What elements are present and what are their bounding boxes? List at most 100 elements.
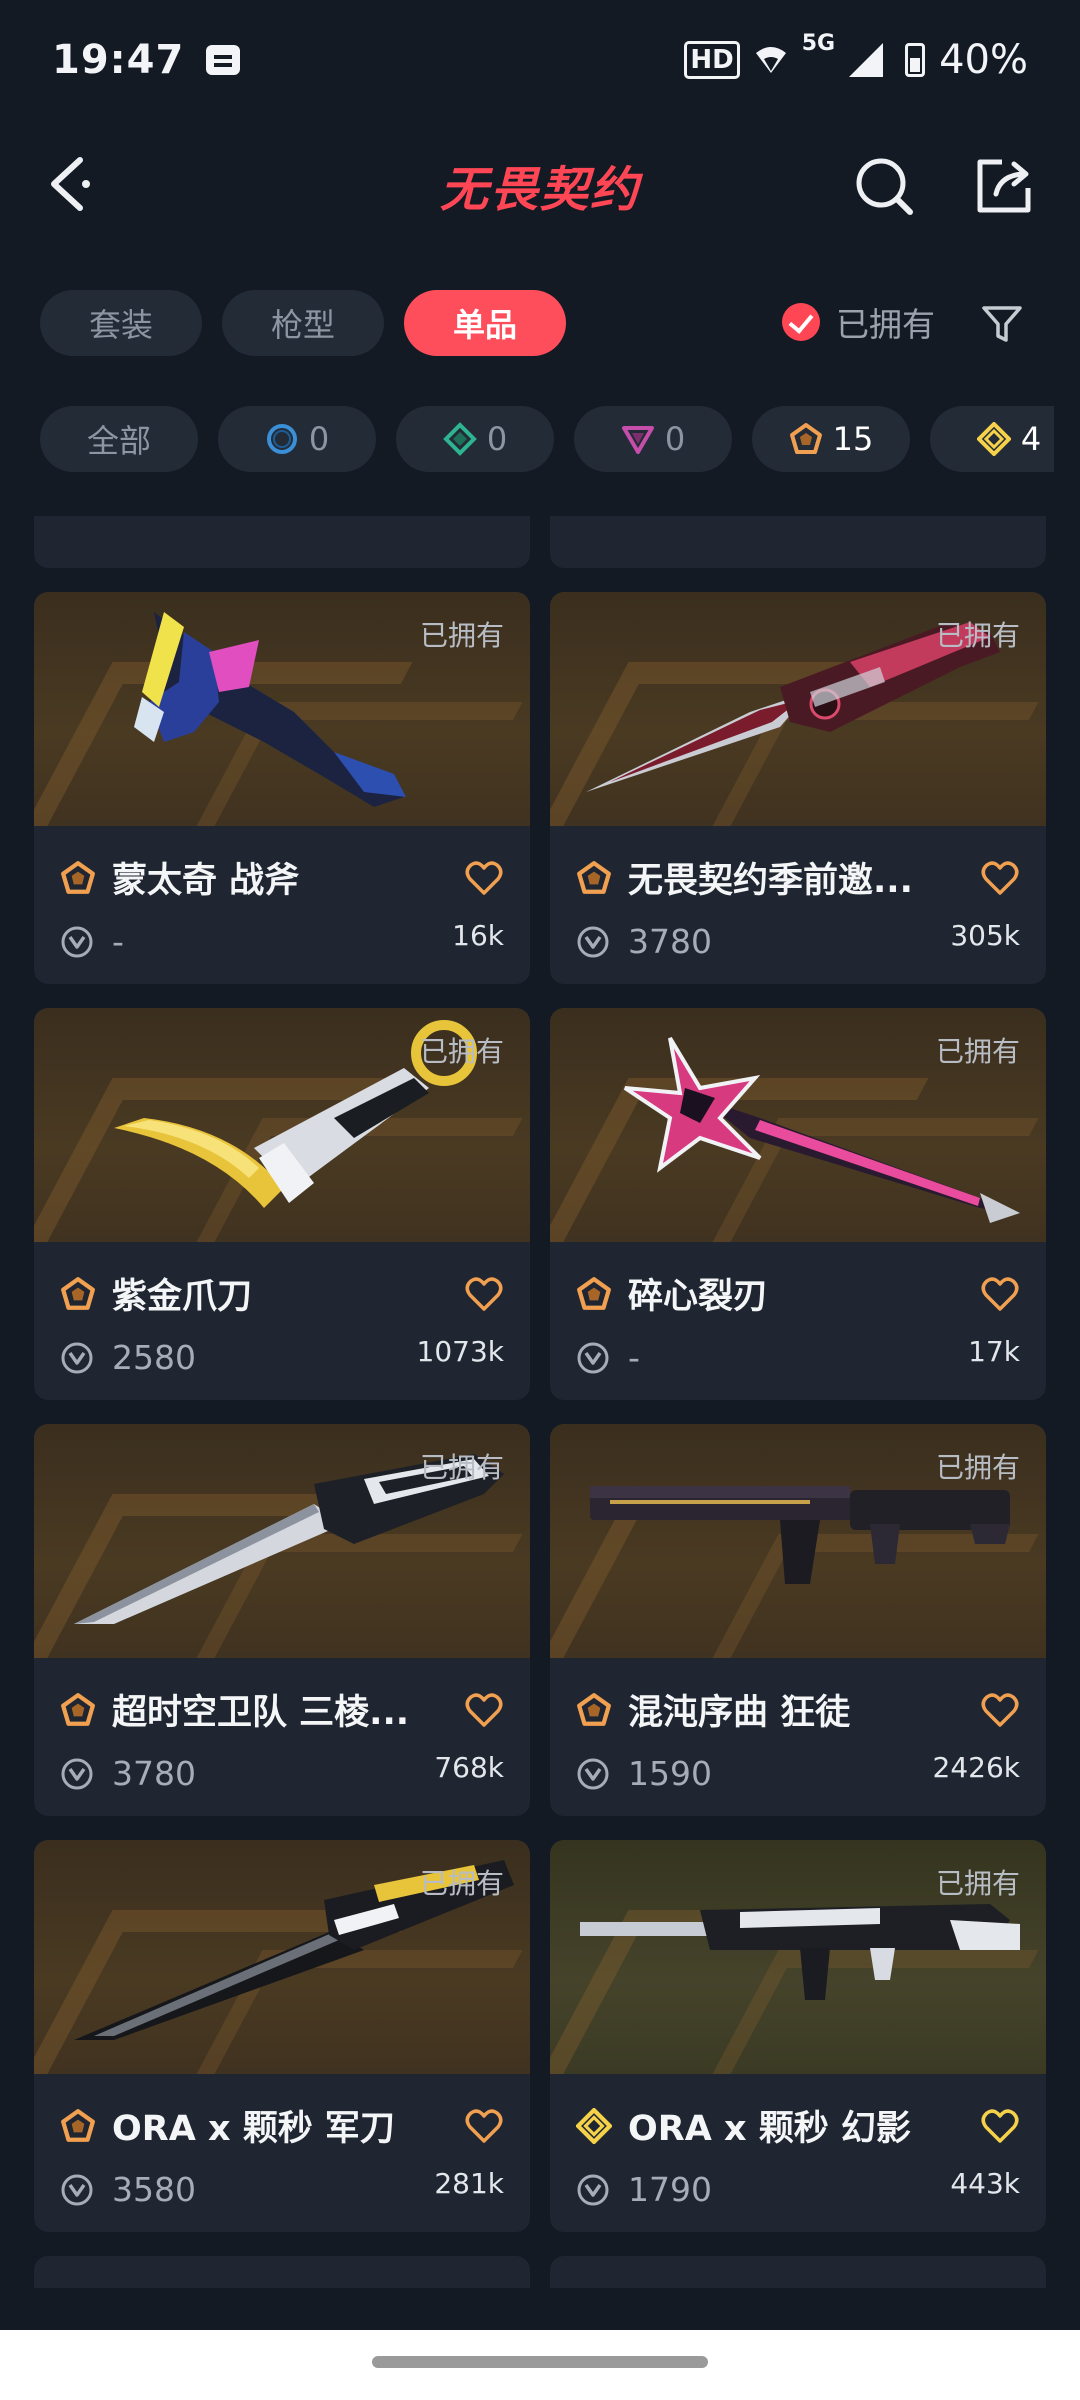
vp-currency-icon	[61, 926, 93, 957]
skin-card[interactable]: 已拥有 ORA x 颗秒 幻影 1790 443k	[550, 1840, 1046, 2232]
skin-name: 混沌序曲 狂徒	[628, 1693, 851, 1733]
name-row: 蒙太奇 战斧	[60, 852, 504, 903]
heart-icon[interactable]	[464, 859, 504, 897]
skin-thumbnail: 已拥有	[34, 1008, 530, 1242]
skin-card[interactable]: 已拥有 碎心裂刃 - 17k	[550, 1008, 1046, 1400]
vp-currency-icon	[61, 1342, 93, 1373]
like-count: 768k	[434, 1751, 504, 1784]
heart-icon[interactable]	[464, 1691, 504, 1729]
skin-card[interactable]: 已拥有 混沌序曲 狂徒 1590 2426k	[550, 1424, 1046, 1816]
skin-thumbnail: 已拥有	[34, 1840, 530, 2074]
exclusive-tier-icon	[61, 1692, 95, 1726]
rarity-filter-row: 全部 0 0 0 15 4	[40, 406, 1054, 476]
price-row: 3580 281k	[60, 2167, 504, 2209]
rarity-filter-count: 0	[664, 420, 686, 458]
search-icon[interactable]	[852, 154, 916, 218]
exclusive-tier-icon	[577, 860, 611, 894]
name-row: 紫金爪刀	[60, 1268, 504, 1319]
owned-tag: 已拥有	[935, 619, 1020, 652]
owned-tag: 已拥有	[419, 1451, 504, 1484]
tab-gun-type[interactable]: 枪型	[222, 290, 384, 356]
like-count: 305k	[950, 919, 1020, 952]
skin-price: 3780	[628, 922, 712, 961]
skin-card[interactable]: 已拥有 无畏契约季前邀... 3780 305k	[550, 592, 1046, 984]
home-indicator[interactable]	[372, 2356, 708, 2368]
network-type: 5G	[801, 31, 836, 56]
rarity-filter-count: 15	[832, 420, 874, 458]
skin-price: 2580	[112, 1338, 196, 1377]
skin-thumbnail: 已拥有	[550, 1008, 1046, 1242]
name-row: 超时空卫队 三棱...	[60, 1684, 504, 1735]
skin-name: ORA x 颗秒 幻影	[628, 2109, 911, 2149]
name-row: 混沌序曲 狂徒	[576, 1684, 1020, 1735]
ultra-tier-icon	[976, 422, 1011, 456]
exclusive-tier-icon	[61, 2108, 95, 2142]
skin-card[interactable]: 已拥有 ORA x 颗秒 军刀 3580 281k	[34, 1840, 530, 2232]
skin-card[interactable]: 已拥有 蒙太奇 战斧 - 16k	[34, 592, 530, 984]
chevron-left-icon[interactable]	[44, 154, 104, 214]
owned-tag: 已拥有	[935, 1451, 1020, 1484]
exclusive-tier-icon	[61, 1276, 95, 1310]
owned-tag: 已拥有	[419, 1867, 504, 1900]
skin-card[interactable]	[34, 2256, 530, 2288]
checkmark-icon[interactable]	[782, 303, 820, 341]
heart-icon[interactable]	[464, 1275, 504, 1313]
heart-icon[interactable]	[980, 1275, 1020, 1313]
ultra-tier-icon	[576, 2107, 612, 2144]
battery-level: 40%	[939, 37, 1028, 83]
app-header: 无畏契约	[0, 120, 1080, 250]
owned-filter-label: 已拥有	[836, 305, 935, 344]
skin-price: 3580	[112, 2170, 196, 2209]
heart-icon[interactable]	[980, 1691, 1020, 1729]
price-row: 3780 768k	[60, 1751, 504, 1793]
skin-price: 1590	[628, 1754, 712, 1793]
skin-thumbnail: 已拥有	[550, 592, 1046, 826]
status-time: 19:47	[52, 37, 185, 83]
filter-icon[interactable]	[980, 302, 1024, 346]
wifi-icon	[755, 47, 786, 73]
skin-name: 无畏契约季前邀...	[628, 861, 913, 901]
vp-currency-icon	[61, 2174, 93, 2205]
exclusive-tier-icon	[577, 1692, 611, 1726]
tab-skin-set[interactable]: 套装	[40, 290, 202, 356]
rarity-filter-deluxe[interactable]: 0	[396, 406, 554, 472]
select-tier-icon	[266, 424, 297, 454]
deluxe-tier-icon	[442, 422, 477, 456]
like-count: 281k	[434, 2167, 504, 2200]
rarity-filter-label: 全部	[86, 422, 151, 460]
skin-thumbnail: 已拥有	[550, 1840, 1046, 2074]
skin-name: ORA x 颗秒 军刀	[112, 2109, 395, 2149]
owned-tag: 已拥有	[935, 1035, 1020, 1068]
price-row: 1590 2426k	[576, 1751, 1020, 1793]
message-notification-icon	[206, 45, 241, 75]
skin-name: 碎心裂刃	[628, 1277, 769, 1317]
skin-price: 3780	[112, 1754, 196, 1793]
owned-filter-toggle[interactable]: 已拥有	[782, 298, 935, 346]
rarity-filter-premium[interactable]: 0	[574, 406, 732, 472]
status-icons: HD 5G 40%	[684, 31, 1028, 83]
skin-card[interactable]: 已拥有 超时空卫队 三棱... 3780 768k	[34, 1424, 530, 1816]
name-row: 碎心裂刃	[576, 1268, 1020, 1319]
like-count: 17k	[968, 1335, 1020, 1368]
heart-icon[interactable]	[980, 859, 1020, 897]
heart-icon[interactable]	[464, 2107, 504, 2145]
skin-price: -	[628, 1338, 640, 1377]
rarity-filter-select[interactable]: 0	[218, 406, 376, 472]
skin-card[interactable]: 1590 481k	[34, 516, 530, 568]
skin-card[interactable]	[550, 2256, 1046, 2288]
share-icon[interactable]	[972, 154, 1036, 218]
skin-card[interactable]: 已拥有 紫金爪刀 2580 1073k	[34, 1008, 530, 1400]
rarity-filter-exclusive[interactable]: 15	[752, 406, 910, 472]
rarity-filter-all[interactable]: 全部	[40, 406, 198, 472]
owned-tag: 已拥有	[935, 1867, 1020, 1900]
owned-tag: 已拥有	[419, 1035, 504, 1068]
price-row: 2580 1073k	[60, 1335, 504, 1377]
heart-icon[interactable]	[980, 2107, 1020, 2145]
vp-currency-icon	[577, 926, 609, 957]
skin-price: -	[112, 922, 124, 961]
rarity-filter-ultra[interactable]: 4	[930, 406, 1054, 472]
skin-card[interactable]: 1590 1206k	[550, 516, 1046, 568]
skin-thumbnail: 已拥有	[34, 592, 530, 826]
tab-single-item[interactable]: 单品	[404, 290, 566, 356]
signal-icon	[849, 43, 884, 77]
